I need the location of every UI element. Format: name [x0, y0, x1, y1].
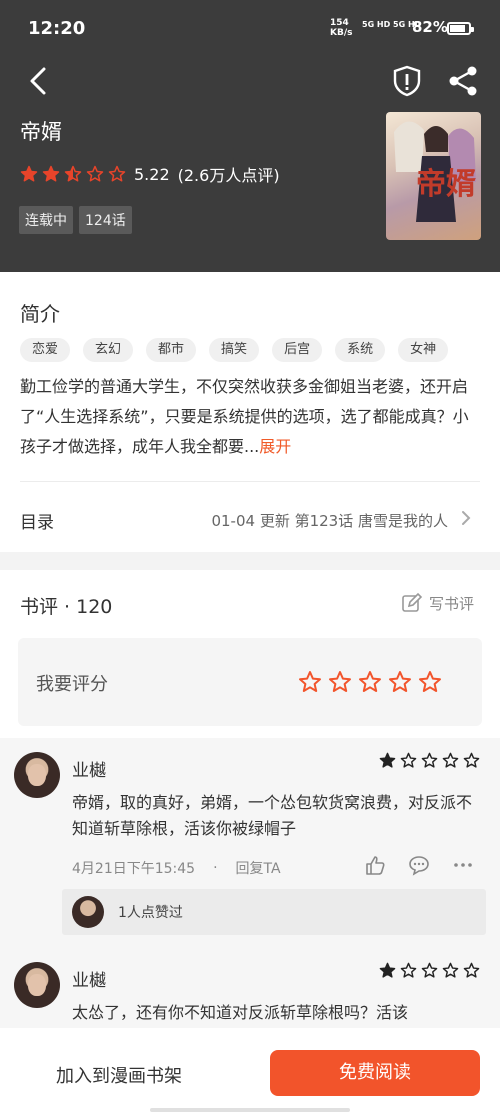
star-empty-icon [329, 671, 351, 692]
genre-tag[interactable]: 系统 [335, 338, 386, 362]
add-to-shelf-button[interactable]: 加入到漫画书架 [56, 1062, 182, 1088]
battery-percent: 82% [412, 18, 448, 36]
edit-icon [402, 592, 423, 612]
intro-heading: 简介 [20, 302, 60, 326]
likes-count: 1人点赞过 [118, 905, 183, 921]
rate-box: 我要评分 [18, 638, 482, 726]
liker-avatar [72, 896, 104, 928]
star-empty-icon [463, 962, 480, 978]
rating-score: 5.22 [134, 164, 170, 184]
genre-tag[interactable]: 后宫 [272, 338, 323, 362]
star-empty-icon [389, 671, 411, 692]
thumbs-up-icon[interactable] [364, 854, 386, 876]
star-empty-icon [463, 752, 480, 768]
toc-label[interactable]: 目录 [20, 508, 54, 533]
genre-tag[interactable]: 女神 [398, 338, 449, 362]
reviews-card: 书评 · 120 写书评 我要评分 [0, 570, 500, 738]
back-arrow-icon[interactable] [22, 64, 56, 98]
read-free-button[interactable]: 免费阅读 [270, 1050, 480, 1096]
star-filled-icon [379, 752, 396, 768]
chevron-right-icon[interactable] [458, 508, 474, 528]
likes-bar[interactable]: 1人点赞过 [62, 889, 486, 935]
status-tags: 连载中 124话 [19, 206, 132, 234]
divider [20, 481, 480, 482]
reply-button[interactable]: 回复TA [236, 858, 281, 878]
genre-tag[interactable]: 玄幻 [83, 338, 134, 362]
comment-stars [379, 752, 480, 769]
cover-title: 帝婿 [416, 167, 476, 202]
reviews-heading: 书评 · 120 [20, 596, 113, 618]
star-half-icon [64, 165, 82, 182]
rate-label: 我要评分 [36, 674, 108, 695]
description: 勤工俭学的普通大学生，不仅突然收获多金御姐当老婆，还开启了“人生选择系统”，只要… [20, 372, 482, 462]
star-filled-icon [42, 165, 60, 182]
avatar[interactable] [14, 752, 60, 798]
write-review-label: 写书评 [428, 594, 474, 613]
expand-link[interactable]: 展开 [259, 437, 291, 456]
star-filled-icon [379, 962, 396, 978]
comment-stars [379, 962, 480, 979]
star-empty-icon [421, 752, 438, 768]
comment-username[interactable]: 业樾 [72, 966, 106, 991]
latest-update[interactable]: 01-04 更新 第123话 唐雪是我的人 [211, 510, 448, 531]
star-empty-icon [299, 671, 321, 692]
star-empty-icon [442, 752, 459, 768]
genre-tag[interactable]: 搞笑 [209, 338, 260, 362]
write-review-button[interactable]: 写书评 [401, 592, 474, 614]
comment-icon[interactable] [408, 854, 430, 876]
comment-text: 帝婿，取的真好，弟婿，一个怂包软货窝浪费，对反派不知道斩草除根，活该你被绿帽子 [72, 793, 473, 838]
star-empty-icon [442, 962, 459, 978]
rating-count: (2.6万人点评) [177, 166, 280, 185]
genre-tags: 恋爱 玄幻 都市 搞笑 后宫 系统 女神 [20, 338, 449, 362]
comment-username[interactable]: 业樾 [72, 756, 106, 781]
separator: · [213, 860, 218, 876]
intro-card: 简介 恋爱 玄幻 都市 搞笑 后宫 系统 女神 勤工俭学的普通大学生，不仅突然收… [0, 272, 500, 552]
star-filled-icon [20, 165, 38, 182]
comment-meta: 4月21日下午15:45 · 回复TA [72, 858, 281, 878]
rate-stars[interactable] [298, 670, 442, 694]
comic-cover[interactable]: 帝婿 [386, 112, 481, 240]
share-icon[interactable] [446, 64, 480, 98]
comment-actions [364, 854, 474, 876]
rating-row: 5.22 (2.6万人点评) [20, 162, 280, 186]
status-time: 12:20 [28, 18, 86, 39]
star-empty-icon [359, 671, 381, 692]
genre-tag[interactable]: 都市 [146, 338, 197, 362]
more-icon[interactable] [452, 854, 474, 876]
status-tag: 连载中 [19, 206, 73, 234]
star-empty-icon [400, 962, 417, 978]
star-empty-icon [419, 671, 441, 692]
net-speed: 154 KB/s [330, 18, 353, 38]
battery-icon [447, 22, 474, 35]
comic-title: 帝婿 [20, 120, 62, 144]
comment-item: 业樾 帝婿，取的真好，弟婿，一个怂包软货窝浪费，对反派不知道斩草除根，活该你被绿… [0, 738, 500, 948]
star-empty-icon [400, 752, 417, 768]
avatar[interactable] [14, 962, 60, 1008]
comment-list: 业樾 帝婿，取的真好，弟婿，一个怂包软货窝浪费，对反派不知道斩草除根，活该你被绿… [0, 738, 500, 1028]
home-indicator [150, 1108, 350, 1112]
status-bar: 12:20 154 KB/s 5G HD 5G HD 82% [0, 0, 500, 58]
comic-header: 12:20 154 KB/s 5G HD 5G HD 82% 帝婿 5.22 (… [0, 0, 500, 272]
bottom-bar: 加入到漫画书架 免费阅读 [0, 1028, 500, 1115]
star-empty-icon [108, 165, 126, 182]
report-shield-icon[interactable] [390, 64, 424, 98]
chapter-count-tag: 124话 [79, 206, 132, 234]
comment-time: 4月21日下午15:45 [72, 861, 196, 877]
star-empty-icon [421, 962, 438, 978]
star-empty-icon [86, 165, 104, 182]
comment-item: 业樾 太怂了，还有你不知道对反派斩草除根吗？活该 [0, 948, 500, 1028]
comment-text: 太怂了，还有你不知道对反派斩草除根吗？活该 [72, 1003, 409, 1022]
genre-tag[interactable]: 恋爱 [20, 338, 71, 362]
description-text: 勤工俭学的普通大学生，不仅突然收获多金御姐当老婆，还开启了“人生选择系统”，只要… [20, 377, 469, 456]
rating-stars [20, 165, 130, 183]
